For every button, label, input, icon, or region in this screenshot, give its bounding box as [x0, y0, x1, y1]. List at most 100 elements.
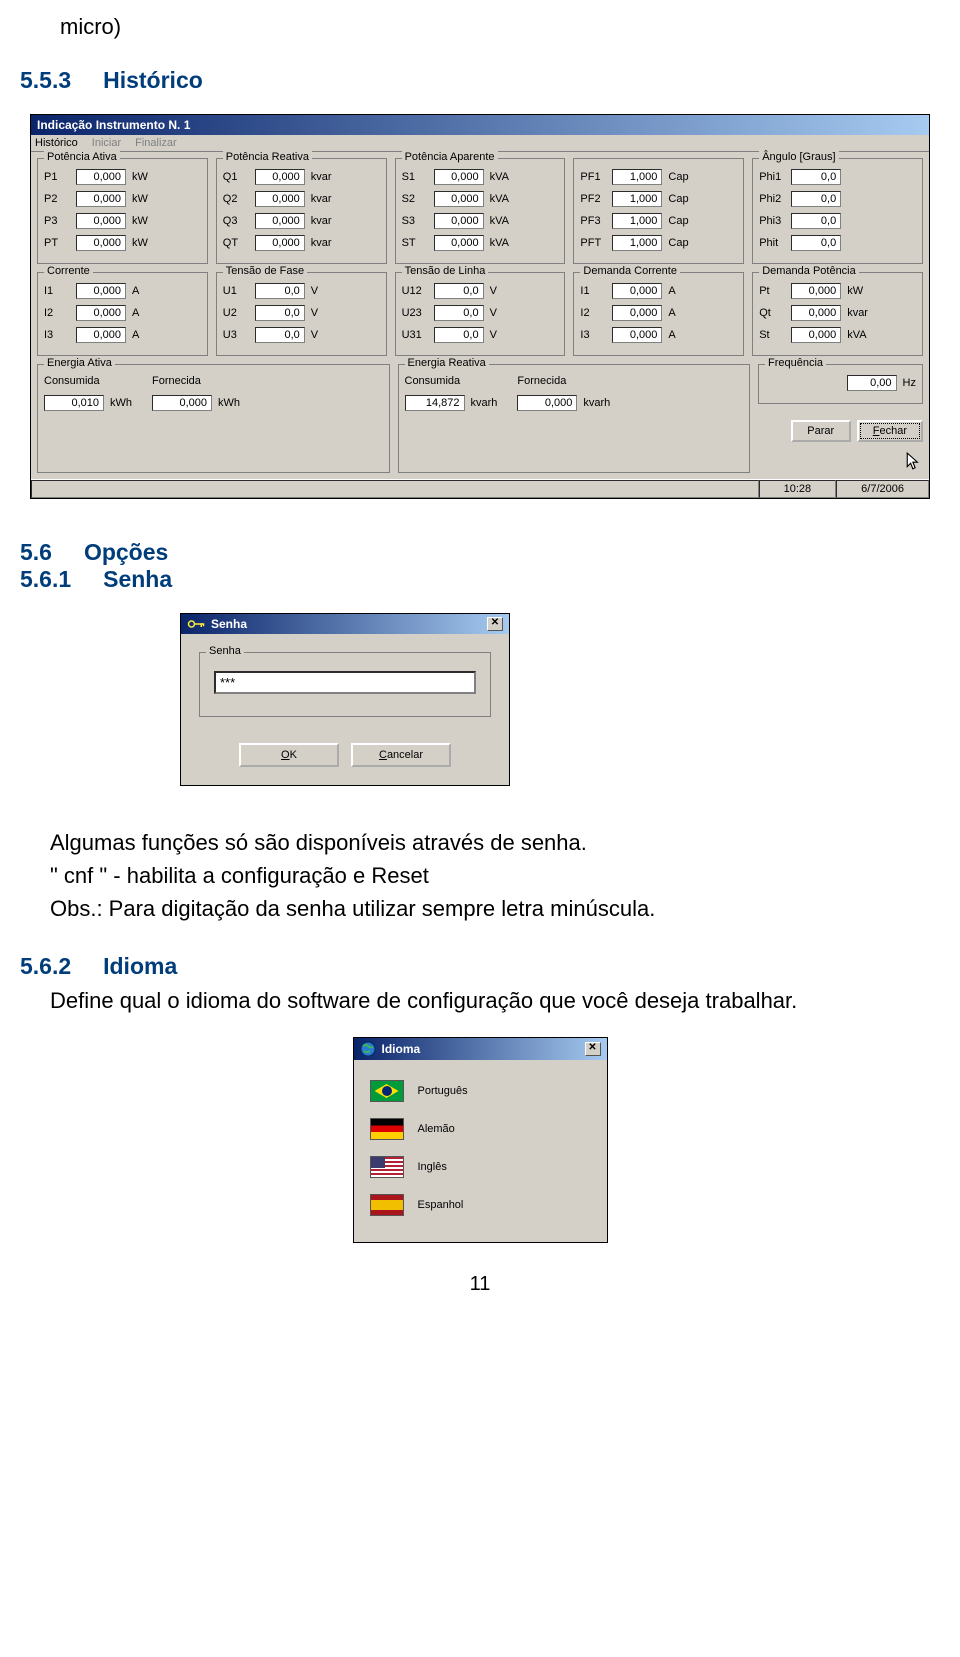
field-label: Phi3 [759, 215, 787, 227]
value-energia-ativa-fornecida: 0,000 [152, 395, 212, 411]
field-row: S10,000kVA [402, 169, 559, 185]
fechar-button[interactable]: Fechar [857, 420, 923, 442]
lang-row-es[interactable]: Espanhol [368, 1186, 593, 1224]
field-value: 0,0 [434, 305, 484, 321]
field-value: 0,000 [612, 305, 662, 321]
field-row: Q10,000kvar [223, 169, 380, 185]
groupbox-potencia-aparente: Potência AparenteS10,000kVAS20,000kVAS30… [395, 158, 566, 264]
field-row: I20,000A [44, 305, 201, 321]
field-label: PF3 [580, 215, 608, 227]
field-row: QT0,000kvar [223, 235, 380, 251]
field-value: 0,000 [791, 305, 841, 321]
heading-562: 5.6.2 Idioma [20, 953, 960, 980]
field-label: U31 [402, 329, 430, 341]
senha-input[interactable] [214, 671, 476, 694]
lang-row-en[interactable]: Inglês [368, 1148, 593, 1186]
field-unit: V [311, 329, 318, 341]
field-row: Phi3 0,0 [759, 213, 916, 229]
close-icon[interactable]: ✕ [487, 617, 503, 631]
field-value: 0,000 [255, 235, 305, 251]
unit: kWh [218, 397, 240, 409]
field-row: S20,000kVA [402, 191, 559, 207]
groupbox-title: Corrente [44, 265, 93, 277]
unit: kWh [110, 397, 132, 409]
groupbox-title: Potência Aparente [402, 151, 498, 163]
ok-button[interactable]: OK [239, 743, 339, 767]
doc-para2: " cnf " - habilita a configuração e Rese… [50, 859, 910, 892]
lang-label: Inglês [418, 1161, 447, 1173]
value-energia-ativa-consumida: 0,010 [44, 395, 104, 411]
page-number: 11 [0, 1273, 960, 1296]
field-row: U310,0V [402, 327, 559, 343]
heading-553-num: 5.5.3 [20, 67, 71, 93]
lang-row-pt[interactable]: Português [368, 1072, 593, 1110]
field-value: 0,0 [791, 169, 841, 185]
lang-label: Alemão [418, 1123, 455, 1135]
label-fornecida: Fornecida [152, 375, 240, 387]
menu-historico[interactable]: Histórico [35, 137, 78, 149]
field-value: 0,000 [612, 327, 662, 343]
field-unit: V [490, 307, 497, 319]
field-row: P20,000kW [44, 191, 201, 207]
field-unit: kvar [311, 193, 332, 205]
field-unit: kW [132, 215, 148, 227]
cancel-button[interactable]: Cancelar [351, 743, 451, 767]
field-unit: kVA [847, 329, 866, 341]
field-value: 0,000 [255, 213, 305, 229]
field-label: P3 [44, 215, 72, 227]
heading-561-num: 5.6.1 [20, 566, 71, 592]
field-label: Q3 [223, 215, 251, 227]
groupbox-title: Demanda Corrente [580, 265, 680, 277]
field-unit: kW [847, 285, 863, 297]
window-senha: Senha ✕ Senha OK Cancelar [180, 613, 510, 786]
unit: Hz [903, 377, 916, 389]
field-unit: Cap [668, 193, 688, 205]
doc-para4: Define qual o idioma do software de conf… [50, 984, 910, 1017]
heading-562-num: 5.6.2 [20, 953, 71, 979]
field-value: 0,000 [434, 213, 484, 229]
statusbar-date: 6/7/2006 [836, 480, 929, 498]
field-unit: kVA [490, 193, 509, 205]
label-consumida: Consumida [405, 375, 498, 387]
field-value: 0,000 [612, 283, 662, 299]
window-idioma: Idioma ✕ Português Alemão Inglês Espanhol [353, 1037, 608, 1243]
field-label: I1 [580, 285, 608, 297]
fechar-button-rest: echar [879, 425, 907, 437]
field-label: U12 [402, 285, 430, 297]
window-idioma-title: Idioma [382, 1042, 421, 1056]
field-unit: Cap [668, 237, 688, 249]
field-value: 0,000 [791, 327, 841, 343]
field-row: Phit0,0 [759, 235, 916, 251]
field-unit: Cap [668, 215, 688, 227]
doc-text-micro: micro) [60, 10, 960, 43]
unit: kvarh [471, 397, 498, 409]
close-icon[interactable]: ✕ [585, 1042, 601, 1056]
field-unit: V [311, 307, 318, 319]
menu-finalizar[interactable]: Finalizar [135, 137, 177, 149]
field-value: 0,000 [791, 283, 841, 299]
groupbox-tensao-fase: Tensão de FaseU10,0VU20,0VU30,0V [216, 272, 387, 356]
parar-button[interactable]: Parar [791, 420, 851, 442]
field-row: I10,000A [580, 283, 737, 299]
titlebar-idioma: Idioma ✕ [354, 1038, 607, 1060]
lang-row-de[interactable]: Alemão [368, 1110, 593, 1148]
field-row: Pt0,000kW [759, 283, 916, 299]
field-label: P1 [44, 171, 72, 183]
heading-56-num: 5.6 [20, 539, 52, 565]
unit: kvarh [583, 397, 610, 409]
field-label: U23 [402, 307, 430, 319]
field-value: 0,000 [255, 169, 305, 185]
value-energia-reativa-fornecida: 0,000 [517, 395, 577, 411]
field-row: U120,0V [402, 283, 559, 299]
groupbox-title: Energia Ativa [44, 357, 115, 369]
field-value: 0,0 [791, 213, 841, 229]
groupbox-title: Energia Reativa [405, 357, 489, 369]
field-unit: kW [132, 171, 148, 183]
groupbox-pf: PF11,000CapPF21,000CapPF31,000CapPFT1,00… [573, 158, 744, 264]
menu-iniciar[interactable]: Iniciar [92, 137, 121, 149]
cancel-mnemonic: C [379, 749, 387, 761]
field-row: PF11,000Cap [580, 169, 737, 185]
field-unit: A [668, 307, 675, 319]
field-unit: kW [132, 193, 148, 205]
titlebar-senha: Senha ✕ [181, 614, 509, 634]
